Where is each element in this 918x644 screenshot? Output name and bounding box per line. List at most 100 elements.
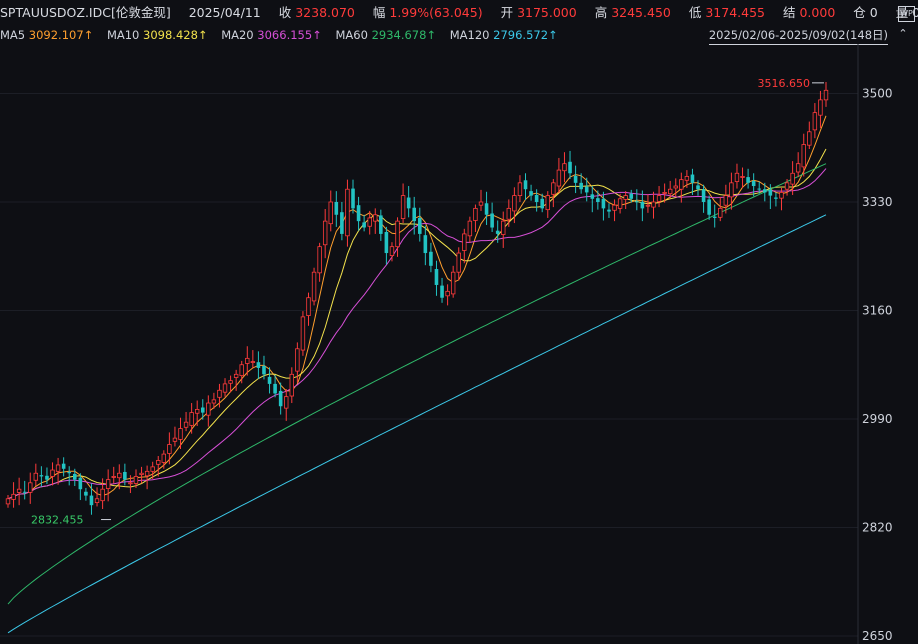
close-label: 收 — [278, 5, 292, 20]
candle-body — [78, 477, 83, 490]
change-label: 幅 — [372, 5, 386, 20]
candle-body — [762, 189, 767, 193]
candle-body — [707, 199, 711, 215]
position-value: 0 — [869, 5, 878, 20]
candle-body — [768, 189, 773, 196]
candle-body — [351, 188, 355, 209]
ma120-line — [7, 214, 827, 634]
candle-body — [712, 216, 717, 218]
settle-label: 结 — [782, 5, 796, 20]
candle-body — [807, 131, 812, 146]
candle-body — [751, 180, 756, 187]
candle-body — [679, 179, 684, 190]
candle-body — [534, 194, 539, 202]
candle-body — [784, 182, 790, 190]
ma10-legend: MA10 3098.428↑ — [106, 28, 208, 42]
candle-body — [573, 175, 578, 183]
candle-body — [673, 185, 678, 189]
candle-body — [311, 271, 317, 302]
candle-body — [579, 182, 583, 190]
candle-body — [144, 470, 150, 477]
candle-body — [667, 188, 673, 195]
open-value: 3175.000 — [517, 5, 577, 20]
high-label: 高 — [594, 5, 608, 20]
candle-body — [629, 193, 634, 199]
candle-body — [194, 409, 200, 414]
up-arrow-icon[interactable]: ⌃ — [896, 27, 910, 41]
candle-body — [640, 201, 645, 209]
candle-body — [823, 89, 829, 101]
candle-body — [300, 316, 306, 351]
candle-body — [94, 498, 100, 504]
candle-body — [473, 207, 478, 221]
candle-body — [501, 220, 506, 235]
candle-body — [105, 479, 111, 489]
candle-body — [729, 182, 734, 198]
candle-body — [551, 182, 556, 195]
open-label: 开 — [500, 5, 514, 20]
candle-body — [556, 169, 562, 187]
candle-body — [379, 215, 383, 234]
candle-body — [568, 161, 572, 174]
candle-body — [200, 407, 205, 413]
y-tick-label: 2820 — [862, 520, 893, 534]
candle-body — [656, 195, 662, 202]
candle-body — [367, 217, 372, 227]
candle-body — [723, 195, 729, 206]
ma5-legend: MA5 3092.107↑ — [0, 28, 94, 42]
candle-body — [540, 198, 545, 209]
candle-body — [50, 469, 55, 477]
candle-body — [356, 205, 361, 222]
candle-body — [412, 207, 417, 222]
candle-body — [228, 380, 233, 384]
position-label: 仓 — [853, 5, 866, 20]
candle-body — [167, 444, 172, 454]
candle-body — [250, 361, 256, 363]
quote-header: SPTAUUSDOZ.IDC[伦敦金现] 2025/04/11 收 3238.0… — [0, 0, 918, 26]
candle-body — [779, 192, 784, 199]
candle-body — [262, 366, 266, 375]
candle-body — [612, 204, 617, 211]
close-value: 3238.070 — [295, 5, 355, 20]
candle-body — [55, 464, 61, 472]
candle-body — [584, 186, 589, 193]
candle-body — [812, 112, 818, 131]
candle-body — [590, 194, 595, 199]
candle-body — [117, 472, 122, 479]
candle-body — [267, 376, 272, 384]
candle-body — [718, 207, 723, 218]
annotation-label: 2832.455 — [31, 514, 84, 527]
candle-body — [5, 498, 11, 505]
candlestick-chart[interactable]: 3500 3330 3160 2990 2820 2650 3516.650 2832.45… — [0, 44, 918, 644]
candle-body — [67, 471, 72, 474]
y-tick-label: 2650 — [862, 629, 893, 643]
date-range-selector[interactable]: 2025/02/06-2025/09/02(148日) — [708, 26, 888, 45]
candle-body — [317, 246, 322, 274]
candle-body — [462, 233, 467, 251]
candle-body — [384, 231, 389, 254]
candle-body — [133, 476, 139, 484]
candle-body — [450, 271, 456, 295]
wp-icon[interactable]: WP — [898, 6, 915, 22]
candle-body — [245, 357, 250, 364]
candle-body — [490, 213, 494, 228]
symbol-title[interactable]: SPTAUUSDOZ.IDC[伦敦金现] — [0, 5, 171, 20]
candle-body — [61, 463, 66, 469]
candle-body — [45, 475, 49, 480]
y-tick-label: 3330 — [862, 195, 893, 209]
candle-body — [684, 176, 690, 181]
candle-body — [746, 177, 750, 183]
candle-body — [340, 212, 344, 234]
candle-body — [818, 99, 823, 116]
candle-body — [662, 192, 667, 194]
candle-body — [417, 217, 422, 234]
candle-body — [523, 180, 528, 190]
candle-body — [156, 460, 161, 465]
candle-body — [400, 195, 406, 219]
candle-body — [39, 475, 44, 477]
y-tick-label: 3160 — [862, 303, 893, 317]
candle-body — [495, 230, 500, 234]
candle-body — [33, 472, 39, 481]
ma20-legend: MA20 3066.155↑ — [221, 28, 322, 42]
ma60-line — [7, 163, 827, 605]
